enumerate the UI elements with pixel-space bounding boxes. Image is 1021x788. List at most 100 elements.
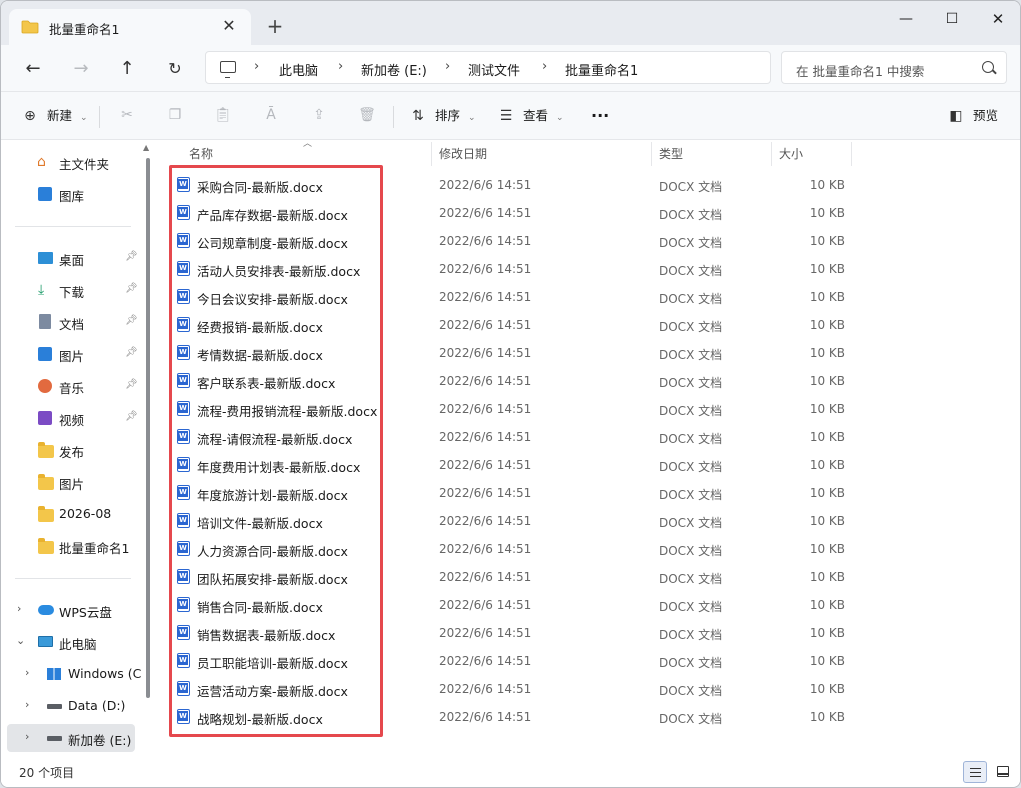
file-row[interactable]: W 销售合同-最新版.docx 2022/6/6 14:51 DOCX 文档 10 KB bbox=[161, 591, 861, 619]
file-row[interactable]: W 经费报销-最新版.docx 2022/6/6 14:51 DOCX 文档 10 KB bbox=[161, 311, 861, 339]
file-row[interactable]: W 考情数据-最新版.docx 2022/6/6 14:51 DOCX 文档 10 KB bbox=[161, 339, 861, 367]
copy-icon[interactable]: ❐ bbox=[165, 105, 185, 125]
column-header-type[interactable]: 类型 bbox=[659, 145, 683, 162]
pin-icon[interactable]: 📌︎ bbox=[125, 283, 138, 294]
sidebar-scrollbar[interactable] bbox=[146, 158, 150, 698]
file-row[interactable]: W 年度费用计划表-最新版.docx 2022/6/6 14:51 DOCX 文档 10… bbox=[161, 451, 861, 479]
sidebar-item-wps-cloud[interactable]: › WPS云盘 bbox=[7, 596, 135, 624]
file-row[interactable]: W 人力资源合同-最新版.docx 2022/6/6 14:51 DOCX 文档 10 … bbox=[161, 535, 861, 563]
address-bar[interactable]: › 此电脑 › 新加卷 (E:) › 测试文件 › 批量重命名1 bbox=[205, 51, 771, 84]
sidebar-item-desktop[interactable]: 桌面 📌︎ bbox=[7, 244, 138, 272]
more-options-button[interactable]: ··· bbox=[591, 104, 609, 128]
minimize-button[interactable]: — bbox=[883, 3, 929, 35]
cut-icon[interactable]: ✂ bbox=[117, 105, 137, 125]
file-type: DOCX 文档 bbox=[659, 236, 723, 250]
column-header-name[interactable]: 名称 bbox=[189, 145, 213, 162]
file-explorer-window: 批量重命名1 ✕ + — ☐ ✕ ← → ↑ ↻ › 此电脑 › 新加卷 (E:… bbox=[0, 0, 1021, 788]
file-row[interactable]: W 员工职能培训-最新版.docx 2022/6/6 14:51 DOCX 文档 10 … bbox=[161, 647, 861, 675]
sidebar-item-gallery[interactable]: 图库 bbox=[7, 180, 135, 208]
file-row[interactable]: W 培训文件-最新版.docx 2022/6/6 14:51 DOCX 文档 10 KB bbox=[161, 507, 861, 535]
back-arrow-icon[interactable]: ← bbox=[19, 55, 47, 83]
word-doc-icon-glyph: W bbox=[178, 235, 188, 245]
chevron-right-icon[interactable]: › bbox=[25, 698, 29, 711]
pin-icon[interactable]: 📌︎ bbox=[125, 411, 138, 422]
sidebar-item-drive-e[interactable]: › 新加卷 (E:) bbox=[7, 724, 135, 752]
file-row[interactable]: W 客户联系表-最新版.docx 2022/6/6 14:51 DOCX 文档 10 K… bbox=[161, 367, 861, 395]
tiles-view-button[interactable] bbox=[991, 761, 1015, 783]
search-input[interactable]: 在 批量重命名1 中搜索 bbox=[781, 51, 1007, 84]
pin-icon[interactable]: 📌︎ bbox=[125, 315, 138, 326]
chevron-right-icon[interactable]: › bbox=[25, 666, 29, 679]
sidebar-item-home[interactable]: ⌂ 主文件夹 bbox=[7, 148, 135, 176]
tab-active[interactable]: 批量重命名1 ✕ bbox=[9, 9, 251, 45]
rename-icon[interactable]: Ā bbox=[261, 105, 281, 125]
new-button[interactable]: ⊕ 新建 ⌄ bbox=[21, 104, 87, 128]
sort-button[interactable]: ⇅ 排序 ⌄ bbox=[409, 104, 475, 128]
sidebar-item-downloads[interactable]: ⤓ 下载 📌︎ bbox=[7, 276, 138, 304]
file-row[interactable]: W 销售数据表-最新版.docx 2022/6/6 14:51 DOCX 文档 10 K… bbox=[161, 619, 861, 647]
sidebar-item-documents[interactable]: 文档 📌︎ bbox=[7, 308, 138, 336]
sidebar-item-pictures-folder[interactable]: 图片 bbox=[7, 468, 135, 496]
file-size: 10 KB bbox=[809, 514, 845, 528]
item-count: 20 个项目 bbox=[19, 766, 75, 780]
share-icon[interactable]: ⇪ bbox=[309, 105, 329, 125]
chevron-down-icon[interactable]: ⌄ bbox=[16, 634, 25, 647]
sidebar-item-2026-08[interactable]: 2026-08 bbox=[7, 500, 135, 528]
tab-close-icon[interactable]: ✕ bbox=[219, 16, 239, 36]
column-header-date[interactable]: 修改日期 bbox=[439, 145, 487, 162]
chevron-right-icon[interactable]: › bbox=[25, 730, 29, 743]
column-divider[interactable] bbox=[431, 142, 432, 166]
breadcrumb-this-pc[interactable]: 此电脑 bbox=[279, 60, 318, 79]
pin-icon[interactable]: 📌︎ bbox=[125, 347, 138, 358]
file-row[interactable]: W 流程-费用报销流程-最新版.docx 2022/6/6 14:51 DOCX 文档… bbox=[161, 395, 861, 423]
file-row[interactable]: W 公司规章制度-最新版.docx 2022/6/6 14:51 DOCX 文档 10 … bbox=[161, 227, 861, 255]
close-window-button[interactable]: ✕ bbox=[975, 3, 1020, 35]
column-header-size[interactable]: 大小 bbox=[779, 145, 803, 162]
sidebar-item-label: 此电脑 bbox=[59, 637, 97, 652]
file-row[interactable]: W 运营活动方案-最新版.docx 2022/6/6 14:51 DOCX 文档 10 … bbox=[161, 675, 861, 703]
refresh-icon[interactable]: ↻ bbox=[161, 55, 189, 83]
column-divider[interactable] bbox=[771, 142, 772, 166]
preview-button[interactable]: ◧ 预览 bbox=[947, 104, 998, 128]
breadcrumb-test-files[interactable]: 测试文件 bbox=[468, 60, 520, 79]
sidebar-item-videos[interactable]: 视频 📌︎ bbox=[7, 404, 138, 432]
video-icon bbox=[38, 411, 52, 425]
pictures-icon bbox=[38, 347, 52, 361]
column-divider[interactable] bbox=[651, 142, 652, 166]
maximize-button[interactable]: ☐ bbox=[929, 3, 975, 35]
file-row[interactable]: W 采购合同-最新版.docx 2022/6/6 14:51 DOCX 文档 10 KB bbox=[161, 171, 861, 199]
breadcrumb-separator: › bbox=[338, 59, 344, 74]
pin-icon[interactable]: 📌︎ bbox=[125, 251, 138, 262]
sidebar-item-data-d[interactable]: › Data (D:) bbox=[7, 692, 135, 720]
column-divider[interactable] bbox=[851, 142, 852, 166]
sidebar-item-label: 文档 bbox=[59, 317, 85, 332]
file-row[interactable]: W 团队拓展安排-最新版.docx 2022/6/6 14:51 DOCX 文档 10 … bbox=[161, 563, 861, 591]
sidebar-item-windows-c[interactable]: › Windows (C bbox=[7, 660, 141, 688]
pin-icon[interactable]: 📌︎ bbox=[125, 379, 138, 390]
view-button[interactable]: ☰ 查看 ⌄ bbox=[497, 104, 564, 128]
sidebar-item-music[interactable]: 音乐 📌︎ bbox=[7, 372, 138, 400]
sidebar-item-this-pc[interactable]: ⌄ 此电脑 bbox=[7, 628, 135, 656]
up-arrow-icon[interactable]: ↑ bbox=[113, 55, 141, 83]
scroll-up-arrow-icon[interactable]: ▲ bbox=[143, 143, 149, 152]
breadcrumb-drive-e[interactable]: 新加卷 (E:) bbox=[361, 60, 427, 79]
file-row[interactable]: W 战略规划-最新版.docx 2022/6/6 14:51 DOCX 文档 10 KB bbox=[161, 703, 861, 731]
breadcrumb-current-folder[interactable]: 批量重命名1 bbox=[565, 60, 638, 79]
delete-icon[interactable]: 🗑︎ bbox=[357, 105, 377, 125]
file-row[interactable]: W 产品库存数据-最新版.docx 2022/6/6 14:51 DOCX 文档 10 … bbox=[161, 199, 861, 227]
sidebar-item-batch-rename[interactable]: 批量重命名1 bbox=[7, 532, 135, 560]
file-row[interactable]: W 活动人员安排表-最新版.docx 2022/6/6 14:51 DOCX 文档 10… bbox=[161, 255, 861, 283]
sort-icon: ⇅ bbox=[412, 108, 424, 124]
forward-arrow-icon[interactable]: → bbox=[67, 55, 95, 83]
file-row[interactable]: W 年度旅游计划-最新版.docx 2022/6/6 14:51 DOCX 文档 10 … bbox=[161, 479, 861, 507]
file-size: 10 KB bbox=[809, 682, 845, 696]
chevron-right-icon[interactable]: › bbox=[17, 602, 21, 615]
sidebar-item-publish[interactable]: 发布 bbox=[7, 436, 135, 464]
file-row[interactable]: W 今日会议安排-最新版.docx 2022/6/6 14:51 DOCX 文档 10 … bbox=[161, 283, 861, 311]
new-tab-button[interactable]: + bbox=[263, 15, 287, 39]
paste-icon[interactable]: 📋︎ bbox=[213, 105, 233, 125]
file-row[interactable]: W 流程-请假流程-最新版.docx 2022/6/6 14:51 DOCX 文档 10… bbox=[161, 423, 861, 451]
search-icon[interactable] bbox=[982, 61, 994, 73]
details-view-button[interactable] bbox=[963, 761, 987, 783]
sidebar-item-pictures[interactable]: 图片 📌︎ bbox=[7, 340, 138, 368]
